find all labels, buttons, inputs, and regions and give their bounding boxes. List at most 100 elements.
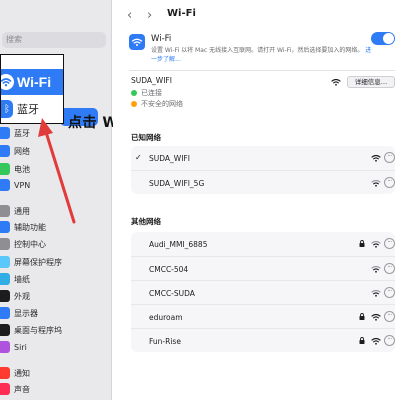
sidebar-item-displays[interactable]: 显示器	[0, 306, 110, 320]
wifi-signal-icon	[371, 313, 381, 321]
network-row-suda-wifi[interactable]: ✓ SUDA_WIFI ···	[131, 146, 395, 170]
wifi-signal-icon	[371, 240, 381, 248]
sidebar-item-label: 声音	[14, 384, 30, 394]
checkmark-icon: ✓	[135, 153, 142, 162]
more-options-button[interactable]: ···	[384, 263, 395, 274]
wifi-label: Wi-Fi	[17, 74, 52, 90]
wifi-icon	[1, 74, 14, 90]
network-name: SUDA_WIFI_5G	[149, 179, 205, 188]
known-networks-title: 已知网络	[131, 133, 161, 142]
network-row-eduroam[interactable]: eduroam ···	[131, 304, 395, 328]
wifi-signal-icon	[371, 337, 381, 345]
screensaver-icon	[0, 256, 10, 268]
sidebar-item-label: 显示器	[14, 308, 38, 318]
wifi-toggle[interactable]	[371, 32, 395, 45]
sidebar-item-sound[interactable]: 声音	[0, 382, 110, 396]
accessibility-icon	[0, 221, 10, 233]
sidebar-item-label: 蓝牙	[14, 128, 30, 138]
sidebar-item-label: 辅助功能	[14, 222, 46, 232]
sidebar-item-label: 桌面与程序坞	[14, 325, 62, 335]
network-row-audi[interactable]: Audi_MMI_6885 ···	[131, 232, 395, 256]
siri-icon	[0, 341, 10, 353]
lock-icon	[359, 313, 365, 320]
known-networks-list: ✓ SUDA_WIFI ··· SUDA_WIFI_5G ···	[131, 146, 395, 194]
current-network: SUDA_WIFI 已连接 不安全的网络 详细信息…	[131, 76, 395, 116]
sidebar-item-screensaver[interactable]: 屏幕保护程序	[0, 255, 110, 269]
other-networks-title: 其他网络	[131, 217, 161, 226]
battery-icon	[0, 163, 10, 175]
back-button[interactable]: ‹	[127, 8, 132, 23]
search-placeholder: 搜索	[6, 35, 22, 44]
sidebar-item-siri[interactable]: Siri	[0, 340, 110, 354]
main-panel: ‹ › Wi-Fi Wi-Fi 设置 Wi-Fi 以将 Mac 无线接入互联网。…	[113, 0, 400, 400]
network-name: eduroam	[149, 313, 183, 322]
status-insecure-text: 不安全的网络	[141, 100, 183, 108]
more-options-button[interactable]: ···	[384, 152, 395, 163]
zoom-callout: Wi-Fi ᛒ 蓝牙	[0, 54, 64, 124]
sidebar-item-wallpaper[interactable]: 墙纸	[0, 272, 110, 286]
sidebar-item-desktop-dock[interactable]: 桌面与程序坞	[0, 323, 110, 337]
sidebar-item-label: 通知	[14, 368, 30, 378]
wifi-signal-icon	[371, 154, 381, 162]
bluetooth-icon: ᛒ	[1, 100, 13, 118]
appearance-icon	[0, 290, 10, 302]
control-center-icon	[0, 238, 10, 250]
wifi-signal-icon	[371, 179, 381, 187]
details-button[interactable]: 详细信息…	[347, 76, 395, 88]
more-options-button[interactable]: ···	[384, 335, 395, 346]
network-name: Fun-Rise	[149, 337, 181, 346]
sidebar-item-label: 控制中心	[14, 239, 46, 249]
speaker-icon	[0, 383, 10, 395]
wifi-signal-icon	[371, 289, 381, 297]
sidebar-item-network[interactable]: 网络	[0, 144, 110, 158]
vpn-icon	[0, 179, 10, 191]
sidebar-item-wifi[interactable]: Wi-Fi	[1, 69, 63, 95]
toggle-knob	[383, 33, 394, 44]
sidebar-item-label: 通用	[14, 206, 30, 216]
status-insecure: 不安全的网络	[131, 99, 183, 109]
sidebar-item-label: 墙纸	[14, 274, 30, 284]
more-options-button[interactable]: ···	[384, 238, 395, 249]
network-name: Audi_MMI_6885	[149, 240, 208, 249]
more-options-button[interactable]: ···	[384, 177, 395, 188]
wallpaper-icon	[0, 273, 10, 285]
network-row-cmcc-suda[interactable]: CMCC-SUDA ···	[131, 280, 395, 304]
sidebar-item-accessibility[interactable]: 辅助功能	[0, 220, 110, 234]
bluetooth-icon	[0, 127, 10, 139]
lock-icon	[359, 337, 365, 344]
more-options-button[interactable]: ···	[384, 287, 395, 298]
network-name: CMCC-SUDA	[149, 289, 195, 298]
search-input[interactable]: 搜索	[2, 32, 106, 48]
more-options-button[interactable]: ···	[384, 311, 395, 322]
bell-icon	[0, 367, 10, 379]
wifi-signal-icon	[371, 265, 381, 273]
sidebar-item-bluetooth-zoomed[interactable]: ᛒ 蓝牙	[1, 98, 63, 120]
network-row-fun-rise[interactable]: Fun-Rise ···	[131, 328, 395, 352]
network-name: CMCC-504	[149, 265, 189, 274]
wifi-icon	[129, 34, 145, 50]
sidebar-item-battery[interactable]: 电池	[0, 162, 110, 176]
sidebar-item-label: 电池	[14, 164, 30, 174]
forward-button[interactable]: ›	[147, 8, 152, 23]
other-networks-list: Audi_MMI_6885 ··· CMCC-504 ··· CMCC-SUDA	[131, 232, 395, 352]
wifi-card-title: Wi-Fi	[151, 34, 172, 44]
sidebar-item-notifications[interactable]: 通知	[0, 366, 110, 380]
bluetooth-label: 蓝牙	[17, 103, 39, 116]
sidebar-item-vpn[interactable]: VPN	[0, 178, 110, 192]
current-network-name: SUDA_WIFI	[131, 76, 172, 85]
network-name: SUDA_WIFI	[149, 154, 190, 163]
sidebar-item-appearance[interactable]: 外观	[0, 289, 110, 303]
sidebar-item-label: VPN	[14, 180, 31, 190]
network-row-cmcc-504[interactable]: CMCC-504 ···	[131, 256, 395, 280]
display-icon	[0, 307, 10, 319]
status-connected-text: 已连接	[141, 89, 162, 97]
globe-icon	[0, 145, 10, 157]
sidebar-item-control-center[interactable]: 控制中心	[0, 237, 110, 251]
status-connected: 已连接	[131, 88, 162, 98]
divider	[129, 70, 395, 71]
sidebar-item-general[interactable]: 通用	[0, 204, 110, 218]
network-row-suda-wifi-5g[interactable]: SUDA_WIFI_5G ···	[131, 170, 395, 194]
gear-icon	[0, 205, 10, 217]
sidebar-item-label: 屏幕保护程序	[14, 257, 62, 267]
dock-icon	[0, 324, 10, 336]
